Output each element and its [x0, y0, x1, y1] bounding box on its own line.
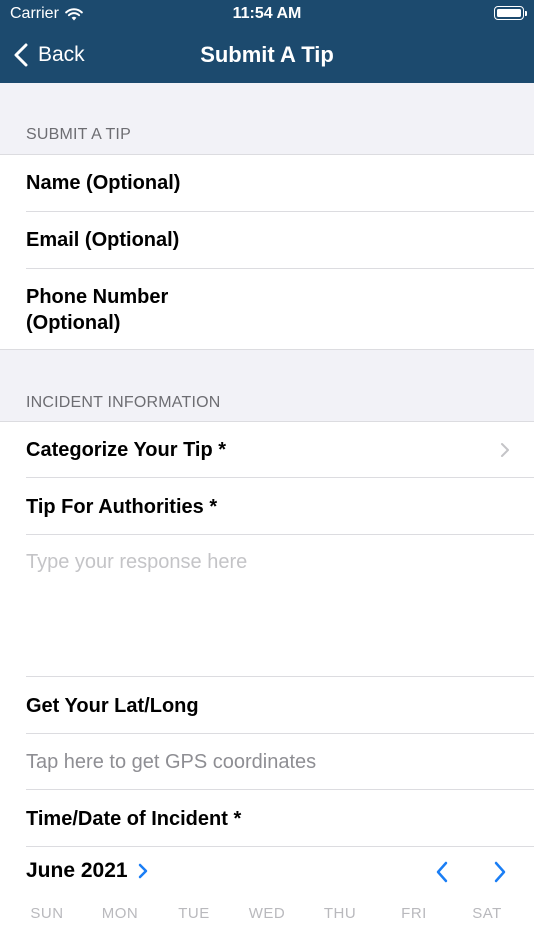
category-label: Categorize Your Tip * — [26, 439, 227, 461]
datetime-label: Time/Date of Incident * — [26, 808, 242, 830]
weekday-label: SAT — [472, 905, 502, 922]
weekday-label: WED — [248, 905, 286, 922]
email-field[interactable]: Email (Optional) — [26, 227, 179, 253]
weekday-label: SUN — [30, 905, 64, 922]
chevron-right-icon — [501, 443, 509, 457]
divider — [0, 154, 534, 155]
gps-coordinates-button[interactable]: Tap here to get GPS coordinates — [26, 751, 316, 774]
month-label: June 2021 — [26, 859, 128, 882]
phone-label-line1: Phone Number — [26, 286, 169, 308]
section-header-background — [0, 83, 534, 155]
back-label: Back — [38, 43, 85, 66]
chevron-left-icon — [14, 43, 28, 67]
divider — [26, 477, 534, 478]
status-time: 11:54 AM — [232, 5, 302, 22]
section-header-incident: INCIDENT INFORMATION — [26, 394, 221, 411]
name-field[interactable]: Name (Optional) — [26, 170, 180, 196]
section-header-submit: SUBMIT A TIP — [26, 126, 131, 143]
previous-month-button[interactable] — [430, 859, 454, 885]
divider — [26, 676, 534, 677]
weekday-label: TUE — [178, 905, 210, 922]
chevron-right-icon — [494, 861, 506, 883]
month-year-picker[interactable]: June 2021 — [26, 859, 148, 883]
back-button[interactable]: Back — [14, 40, 85, 70]
tip-label: Tip For Authorities * — [26, 496, 218, 518]
divider — [26, 211, 534, 212]
divider — [26, 733, 534, 734]
category-row[interactable]: Categorize Your Tip * — [0, 422, 534, 477]
weekday-label: THU — [323, 905, 357, 922]
phone-field[interactable]: Phone Number (Optional) — [26, 284, 168, 336]
weekday-label: MON — [101, 905, 139, 922]
phone-label-line2: (Optional) — [26, 312, 121, 334]
divider — [26, 789, 534, 790]
divider — [26, 268, 534, 269]
latlong-label: Get Your Lat/Long — [26, 695, 199, 717]
tip-textarea[interactable]: Type your response here — [0, 535, 534, 676]
status-bar: Carrier 11:54 AM — [0, 0, 534, 28]
divider — [26, 846, 534, 847]
weekday-label: FRI — [401, 905, 427, 922]
battery-icon — [494, 6, 527, 20]
chevron-right-icon — [138, 863, 147, 879]
chevron-left-icon — [436, 861, 448, 883]
next-month-button[interactable] — [488, 859, 512, 885]
tip-placeholder: Type your response here — [26, 551, 248, 573]
navigation-bar: Carrier 11:54 AM Back Submit A Tip — [0, 0, 534, 83]
